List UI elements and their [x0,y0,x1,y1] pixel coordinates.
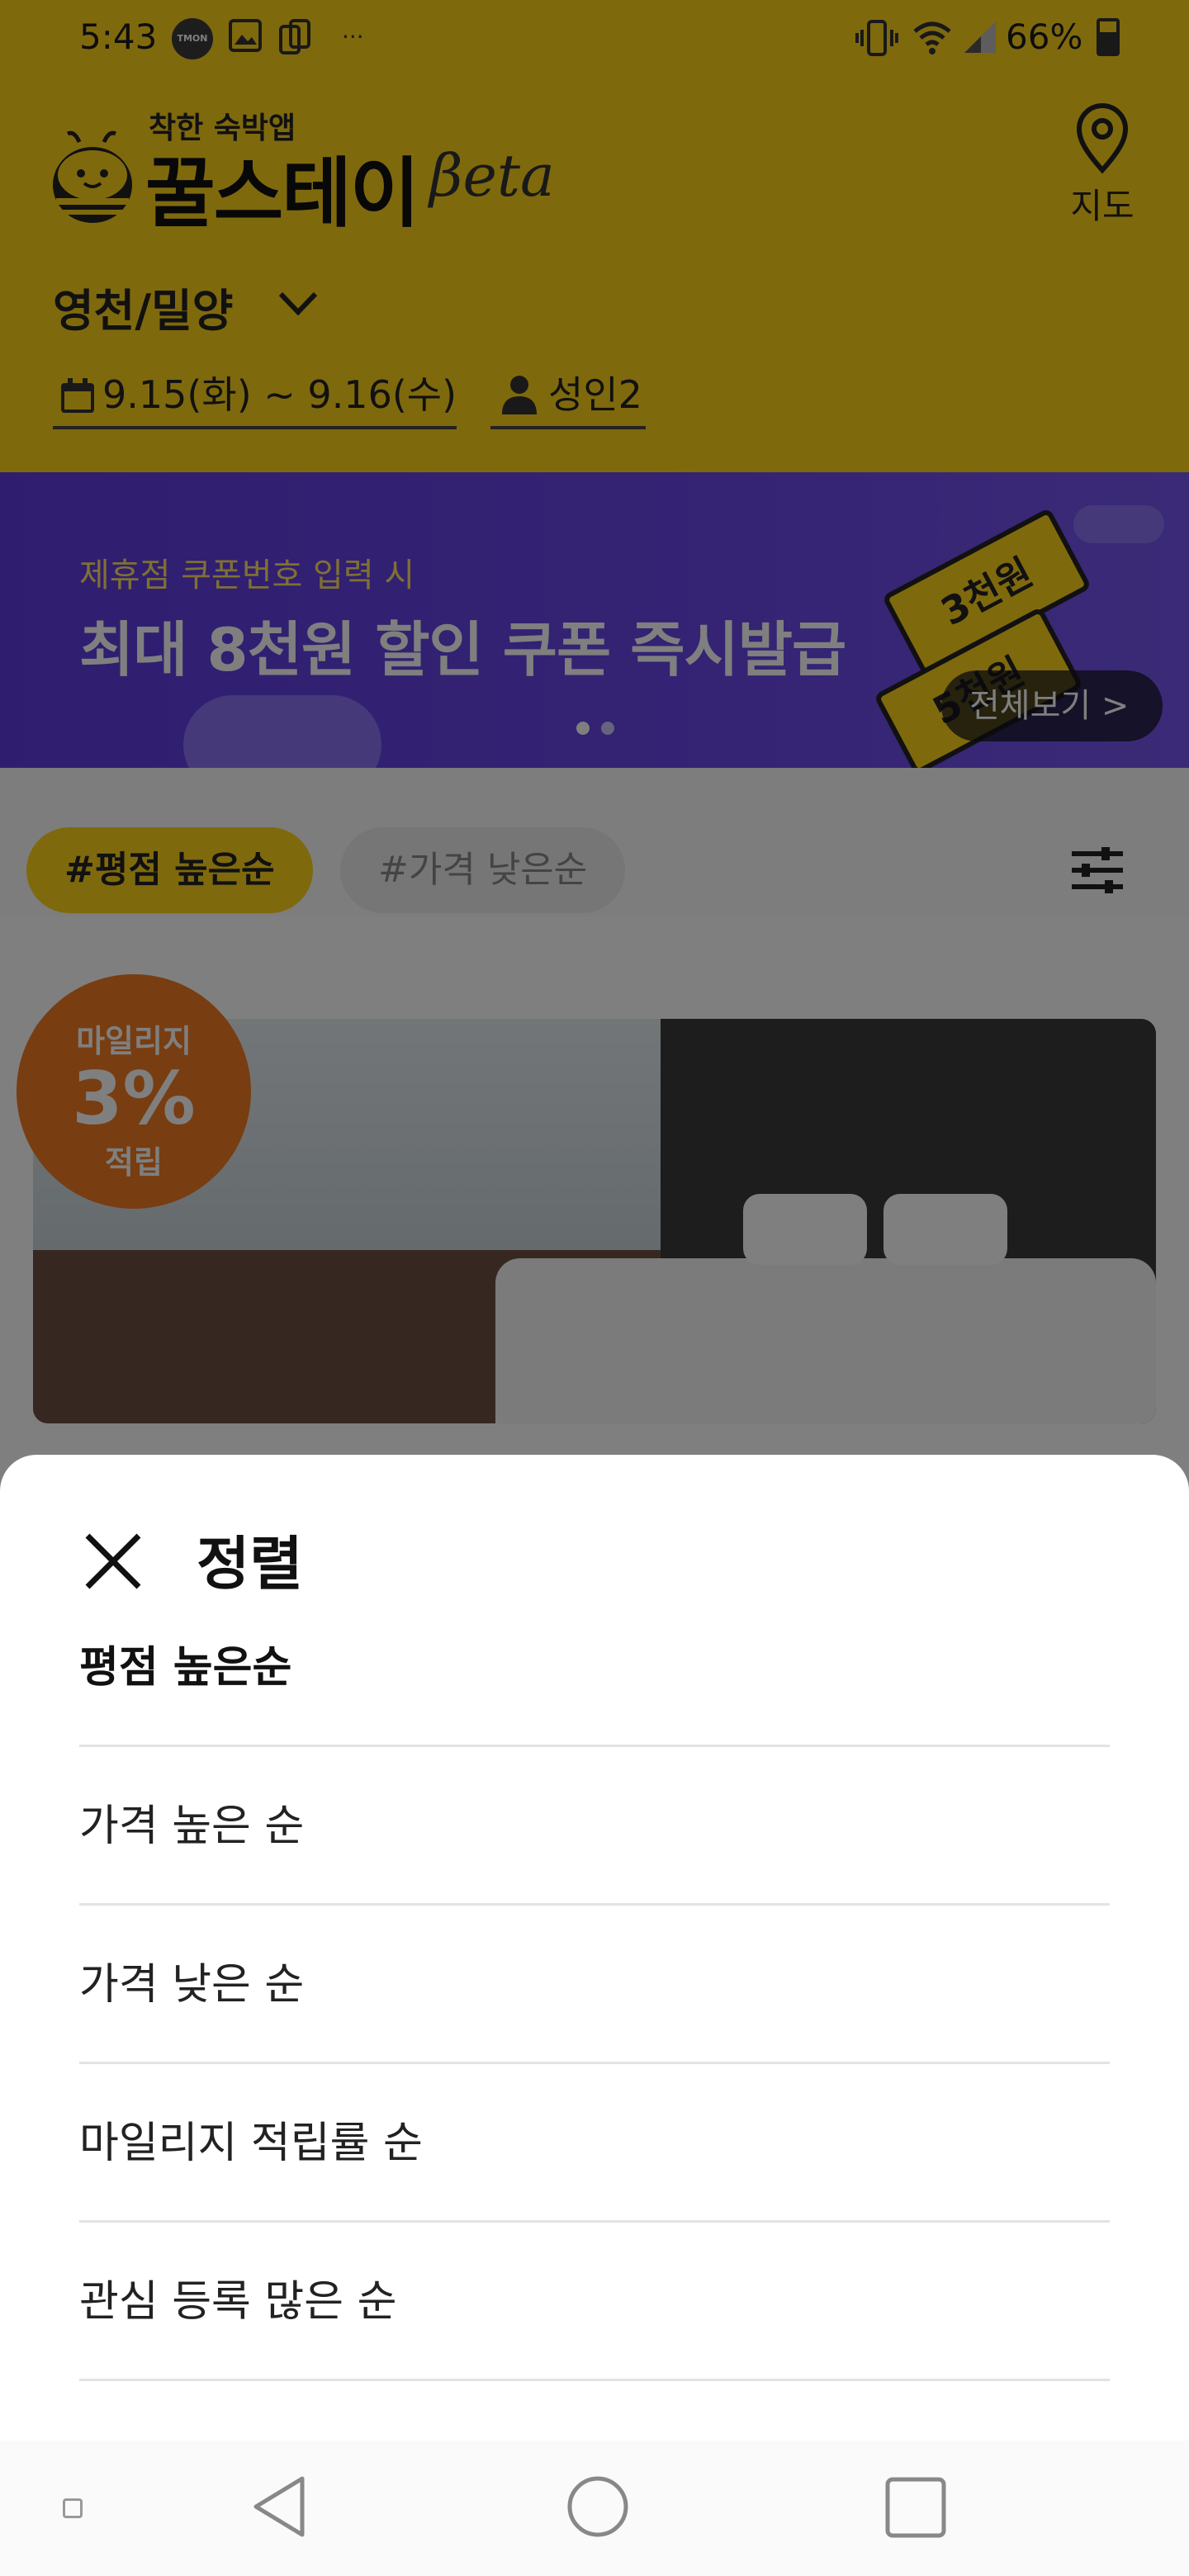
sort-option-label: 가격 낮은 순 [79,1960,305,2010]
sort-option-favorites[interactable]: 관심 등록 많은 순 [79,2223,1110,2381]
recent-apps-icon[interactable] [883,2475,948,2543]
sort-option-price-low[interactable]: 가격 낮은 순 [79,1906,1110,2064]
sort-option-label: 마일리지 적립률 순 [79,2119,423,2168]
sort-option-rating[interactable]: 평점 높은순 [79,1562,1110,1747]
home-icon[interactable] [565,2472,631,2545]
sort-bottom-sheet: 정렬 평점 높은순 가격 높은 순 가격 낮은 순 마일리지 적립률 순 관심 … [0,1455,1189,2441]
sort-option-label: 평점 높은순 [79,1643,292,1693]
sort-option-mileage[interactable]: 마일리지 적립률 순 [79,2064,1110,2223]
system-navigation-bar [0,2441,1189,2576]
sort-option-label: 가격 높은 순 [79,1802,305,1851]
nav-indicator-icon [63,2498,83,2518]
sort-option-price-high[interactable]: 가격 높은 순 [79,1747,1110,1906]
back-icon[interactable] [248,2472,314,2545]
sort-option-label: 관심 등록 많은 순 [79,2277,397,2327]
